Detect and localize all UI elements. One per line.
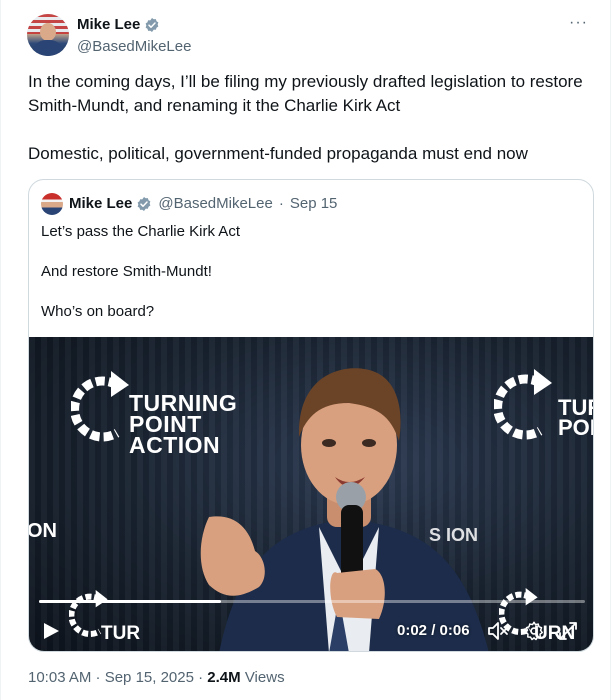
video-time: 0:02 / 0:06 — [397, 622, 470, 639]
mute-icon[interactable] — [487, 621, 509, 641]
author-name-row[interactable]: Mike Lee — [77, 16, 160, 33]
author-avatar[interactable] — [27, 14, 69, 56]
logo-fragment-left: ON — [29, 520, 57, 542]
verified-badge-icon — [146, 17, 159, 32]
tweet-timestamp[interactable]: 10:03 AM · Sep 15, 2025 · — [28, 669, 203, 686]
tweet-paragraph: In the coming days, I’ll be filing my pr… — [28, 72, 583, 115]
fullscreen-icon[interactable] — [558, 621, 578, 641]
verified-badge-icon — [138, 196, 151, 211]
quoted-line: Let’s pass the Charlie Kirk Act — [41, 223, 240, 240]
views-count: 2.4M — [207, 669, 241, 686]
quoted-author-name[interactable]: Mike Lee — [69, 195, 132, 212]
tweet-text: In the coming days, I’ll be filing my pr… — [28, 70, 588, 166]
quoted-line: And restore Smith-Mundt! — [41, 263, 212, 280]
quoted-author-handle[interactable]: @BasedMikeLee — [158, 195, 272, 212]
video-progress-fill — [39, 600, 221, 603]
video-player[interactable]: TURNING POINT ACTION TURN POIN ON S ION … — [29, 337, 593, 651]
tweet-card: Mike Lee @BasedMikeLee ··· In the coming… — [0, 0, 611, 700]
more-options-icon[interactable]: ··· — [569, 14, 588, 32]
logo-arrow-icon — [71, 371, 129, 442]
quoted-tweet[interactable]: Mike Lee @BasedMikeLee · Sep 15 Let’s pa… — [28, 179, 594, 652]
play-icon[interactable] — [41, 621, 61, 641]
views-label: Views — [244, 669, 285, 686]
avatar-suit — [32, 40, 64, 56]
quoted-date[interactable]: Sep 15 — [290, 195, 338, 212]
tweet-footer: 10:03 AM · Sep 15, 2025 · 2.4M Views — [28, 669, 285, 686]
quoted-line: Who’s on board? — [41, 303, 155, 320]
quoted-author-avatar[interactable] — [41, 193, 63, 215]
quoted-separator: · — [278, 195, 284, 212]
video-controls: 0:02 / 0:06 — [29, 615, 593, 649]
quoted-header: Mike Lee @BasedMikeLee · Sep 15 — [69, 195, 337, 212]
avatar-face — [40, 23, 56, 41]
author-handle[interactable]: @BasedMikeLee — [77, 38, 191, 55]
quoted-text: Let’s pass the Charlie Kirk Act And rest… — [41, 222, 581, 342]
speaker-figure — [200, 368, 489, 651]
gear-icon[interactable] — [523, 620, 545, 642]
video-progress-bar[interactable] — [39, 600, 585, 603]
author-name[interactable]: Mike Lee — [77, 16, 140, 33]
tweet-paragraph: Domestic, political, government-funded p… — [28, 144, 528, 163]
logo-right-text-line2: POIN — [558, 415, 593, 440]
